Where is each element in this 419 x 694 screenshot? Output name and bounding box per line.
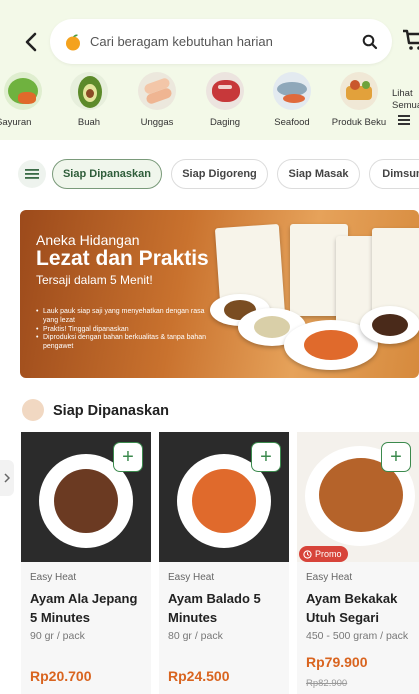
banner-bullet: Diproduksi dengan bahan berkualitas & ta…: [36, 334, 216, 352]
frozen-food-icon: [340, 72, 378, 110]
product-weight: 80 gr / pack: [168, 630, 223, 642]
product-tag: Easy Heat: [306, 572, 353, 583]
menu-icon: [398, 114, 410, 125]
chip-siap-digoreng[interactable]: Siap Digoreng: [171, 159, 268, 189]
category-lihat-semua[interactable]: Lihat Semua: [392, 88, 419, 130]
product-tag: Easy Heat: [168, 572, 215, 583]
vegetable-icon: [4, 72, 42, 110]
fish-icon: [273, 72, 311, 110]
banner-line2: Lezat dan Praktis: [36, 247, 209, 270]
category-label: Seafood: [274, 117, 310, 128]
category-label: Sayuran: [0, 117, 32, 128]
category-sayuran[interactable]: Sayuran: [0, 72, 54, 129]
product-card[interactable]: Promo + Easy Heat Ayam Bekakak Utuh Sega…: [297, 432, 419, 694]
add-to-cart-button[interactable]: +: [113, 442, 143, 472]
chip-siap-masak[interactable]: Siap Masak: [277, 159, 360, 189]
product-weight: 450 - 500 gram / pack: [306, 630, 409, 642]
avocado-icon: [70, 72, 108, 110]
add-to-cart-button[interactable]: +: [381, 442, 411, 472]
filter-button[interactable]: [18, 160, 46, 188]
category-label: Lihat Semua: [392, 88, 419, 111]
banner-line1: Aneka Hidangan: [36, 232, 140, 248]
category-unggas[interactable]: Unggas: [126, 72, 188, 129]
filter-icon: [25, 169, 39, 179]
cart-icon: [403, 29, 419, 50]
banner-bullets: Lauk pauk siap saji yang menyehatkan den…: [36, 308, 216, 352]
category-label: Buah: [77, 117, 101, 128]
product-name: Ayam Bekakak Utuh Segari: [306, 591, 398, 625]
category-label: Produk Beku: [331, 117, 387, 128]
meat-icon: [206, 72, 244, 110]
cart-button[interactable]: [401, 28, 419, 52]
product-card[interactable]: + Easy Heat Ayam Balado 5 Minutes 80 gr …: [159, 432, 289, 694]
scroll-left-button[interactable]: [0, 460, 14, 496]
chip-siap-dipanaskan[interactable]: Siap Dipanaskan: [52, 159, 162, 189]
product-name: Ayam Ala Jepang 5 Minutes: [30, 591, 138, 625]
promo-badge: Promo: [299, 546, 348, 562]
category-produk-beku[interactable]: Produk Beku: [328, 72, 390, 129]
search-placeholder: Cari beragam kebutuhan harian: [90, 34, 273, 49]
banner-line3: Tersaji dalam 5 Menit!: [36, 273, 153, 287]
product-tag: Easy Heat: [30, 572, 77, 583]
promo-banner[interactable]: Aneka Hidangan Lezat dan Praktis Tersaji…: [20, 210, 419, 378]
chef-icon: [22, 399, 44, 421]
product-name: Ayam Balado 5 Minutes: [168, 591, 261, 625]
clock-icon: [303, 549, 312, 559]
add-to-cart-button[interactable]: +: [251, 442, 281, 472]
category-seafood[interactable]: Seafood: [261, 72, 323, 129]
search-icon: [362, 34, 378, 49]
chip-dimsum[interactable]: Dimsum: [369, 159, 419, 189]
chevron-right-icon: [4, 473, 10, 483]
section-title: Siap Dipanaskan: [53, 403, 170, 419]
product-price: Rp20.700: [30, 668, 92, 684]
category-daging[interactable]: Daging: [194, 72, 256, 129]
plus-icon: +: [260, 446, 272, 468]
plus-icon: +: [122, 446, 134, 468]
original-price: Rp82.900: [306, 678, 348, 689]
chicken-icon: [138, 72, 176, 110]
promo-label: Promo: [315, 549, 342, 559]
category-label: Unggas: [140, 117, 174, 128]
back-arrow-icon: [25, 32, 37, 52]
category-buah[interactable]: Buah: [58, 72, 120, 129]
product-card[interactable]: + Easy Heat Ayam Ala Jepang 5 Minutes 90…: [21, 432, 151, 694]
product-price: Rp24.500: [168, 668, 230, 684]
category-label: Daging: [209, 117, 241, 128]
product-price: Rp79.900: [306, 654, 368, 670]
orange-logo-icon: [66, 34, 80, 50]
search-bar[interactable]: Cari beragam kebutuhan harian: [50, 19, 392, 64]
plus-icon: +: [390, 446, 402, 468]
banner-bullet: Lauk pauk siap saji yang menyehatkan den…: [36, 308, 216, 326]
back-button[interactable]: [16, 24, 46, 60]
product-weight: 90 gr / pack: [30, 630, 85, 642]
food-plate-image: [360, 306, 419, 344]
banner-bullet: Praktis! Tinggal dipanaskan: [36, 326, 216, 335]
